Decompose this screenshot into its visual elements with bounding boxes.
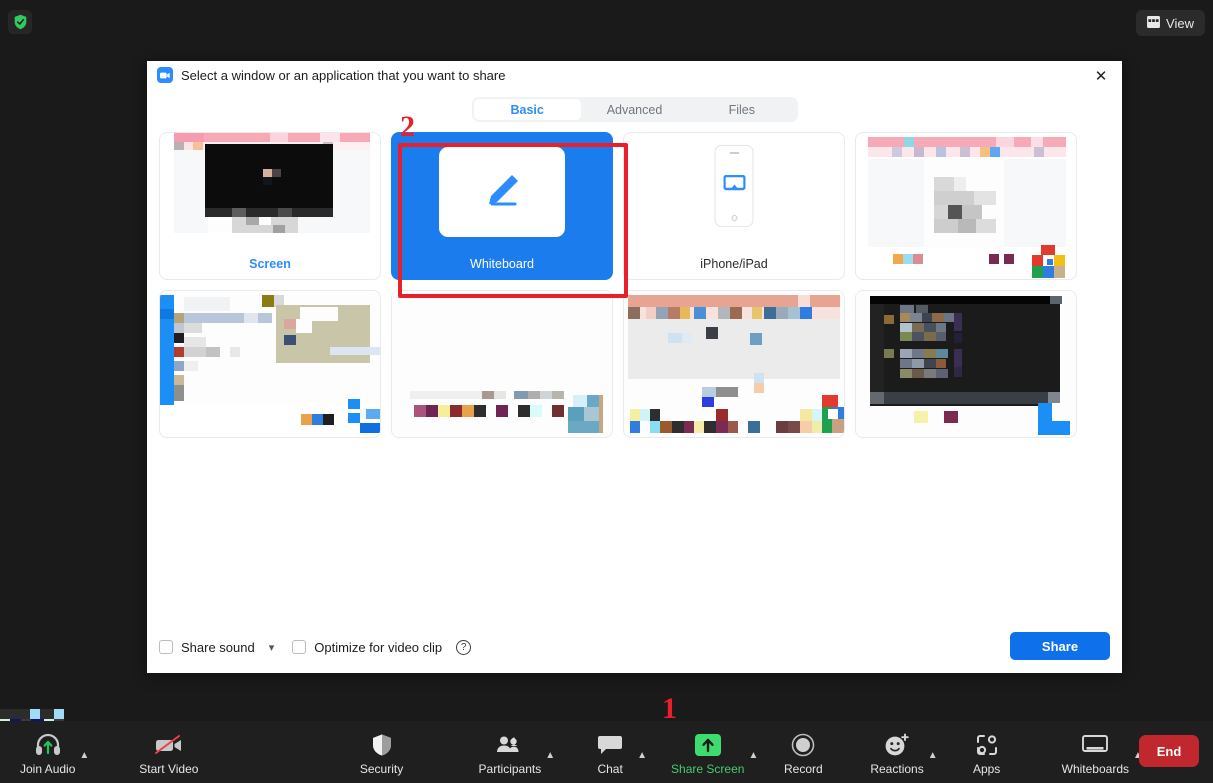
tab-basic[interactable]: Basic [473, 99, 581, 120]
chat-bubble-icon [597, 731, 623, 759]
window-thumbnail-5 [856, 291, 1076, 437]
meeting-toolbar: Join Audio ▲ Start Video Security 1 Part… [0, 721, 1213, 783]
window-thumbnail-4 [624, 291, 844, 437]
share-card-whiteboard[interactable]: Whiteboard [391, 132, 613, 280]
whiteboards-label: Whiteboards [1061, 761, 1129, 776]
grid-view-icon [1147, 15, 1161, 31]
share-sound-checkbox[interactable]: Share sound [159, 640, 255, 655]
record-button[interactable]: Record [772, 727, 834, 778]
view-button[interactable]: View [1136, 10, 1205, 36]
share-card-iphone-ipad-label: iPhone/iPad [700, 257, 768, 271]
chat-button[interactable]: Chat [579, 727, 641, 778]
tab-advanced[interactable]: Advanced [581, 99, 688, 120]
shield-icon [371, 731, 393, 759]
window-thumbnail-1 [856, 133, 1076, 279]
share-card-screen-label: Screen [249, 257, 291, 271]
share-card-window-3[interactable] [391, 290, 613, 438]
headset-join-audio-icon [34, 731, 62, 759]
chat-label: Chat [597, 761, 623, 776]
share-screen-dialog: Select a window or an application that y… [147, 61, 1122, 673]
reactions-button[interactable]: Reactions [862, 727, 931, 778]
share-card-window-4[interactable] [623, 290, 845, 438]
whiteboards-button[interactable]: Whiteboards [1054, 727, 1137, 778]
end-meeting-label: End [1156, 743, 1182, 759]
dialog-title: Select a window or an application that y… [181, 67, 506, 83]
end-meeting-button[interactable]: End [1139, 735, 1199, 767]
optimize-video-checkbox[interactable]: Optimize for video clip [292, 640, 442, 655]
start-video-button[interactable]: Start Video [131, 727, 206, 778]
whiteboard-thumbnail [392, 133, 612, 251]
phone-outline [714, 145, 754, 227]
share-card-iphone-ipad[interactable]: iPhone/iPad [623, 132, 845, 280]
share-card-whiteboard-label: Whiteboard [470, 257, 534, 271]
share-button-label: Share [1041, 638, 1079, 654]
zoom-video-icon [157, 67, 173, 83]
start-video-label: Start Video [139, 761, 199, 776]
share-sound-label: Share sound [181, 639, 255, 655]
reactions-label: Reactions [870, 761, 924, 776]
join-audio-label: Join Audio [20, 761, 76, 776]
airplay-icon [722, 174, 746, 198]
share-card-window-5[interactable] [855, 290, 1077, 438]
pencil-icon [479, 169, 525, 216]
tab-files[interactable]: Files [688, 99, 795, 120]
share-card-window-2[interactable] [159, 290, 381, 438]
record-label: Record [784, 761, 823, 776]
chevron-down-icon[interactable]: ▾ [269, 641, 275, 654]
security-button[interactable]: Security [351, 727, 413, 778]
apps-icon [975, 731, 999, 759]
security-label: Security [359, 761, 404, 776]
dialog-tabs: Basic Advanced Files [147, 97, 1122, 122]
share-card-window-1[interactable] [855, 132, 1077, 280]
tab-files-label: Files [728, 102, 756, 117]
dialog-footer: Share sound ▾ Optimize for video clip ? … [147, 621, 1122, 673]
tab-advanced-label: Advanced [606, 102, 663, 117]
apps-label: Apps [972, 761, 1001, 776]
close-icon[interactable]: ✕ [1084, 63, 1118, 89]
share-sound-box[interactable] [159, 640, 173, 654]
dialog-title-bar: Select a window or an application that y… [147, 61, 1122, 89]
whiteboard-tile [439, 147, 565, 237]
participants-count: 1 [510, 734, 518, 749]
question-mark-icon[interactable]: ? [456, 639, 472, 655]
camera-off-icon [154, 731, 184, 759]
share-button[interactable]: Share [1010, 632, 1110, 660]
window-thumbnail-3 [392, 291, 612, 437]
participants-label: Participants [478, 761, 542, 776]
view-label: View [1166, 15, 1194, 31]
participants-button[interactable]: 1 Participants [471, 727, 550, 778]
share-card-screen[interactable]: Screen [159, 132, 381, 280]
share-source-grid: Screen Whiteboard iPhone/iPad [147, 122, 1122, 621]
screen-thumbnail [160, 133, 380, 251]
share-screen-label: Share Screen [671, 761, 745, 776]
share-screen-button[interactable]: Share Screen [663, 727, 752, 778]
optimize-video-box[interactable] [292, 640, 307, 654]
share-screen-arrow-icon [691, 731, 725, 759]
join-audio-button[interactable]: Join Audio [12, 727, 83, 778]
shield-check-icon[interactable] [8, 10, 32, 34]
optimize-video-label: Optimize for video clip [314, 639, 443, 655]
window-thumbnail-2 [160, 291, 380, 437]
reactions-smiley-icon [884, 731, 910, 759]
whiteboard-monitor-icon [1081, 731, 1109, 759]
zoom-meeting-window: View Select a window or an application t… [0, 0, 1213, 783]
record-circle-icon [791, 731, 815, 759]
iphone-ipad-thumbnail [624, 133, 844, 251]
apps-button[interactable]: Apps [956, 727, 1018, 778]
tab-basic-label: Basic [510, 102, 544, 117]
